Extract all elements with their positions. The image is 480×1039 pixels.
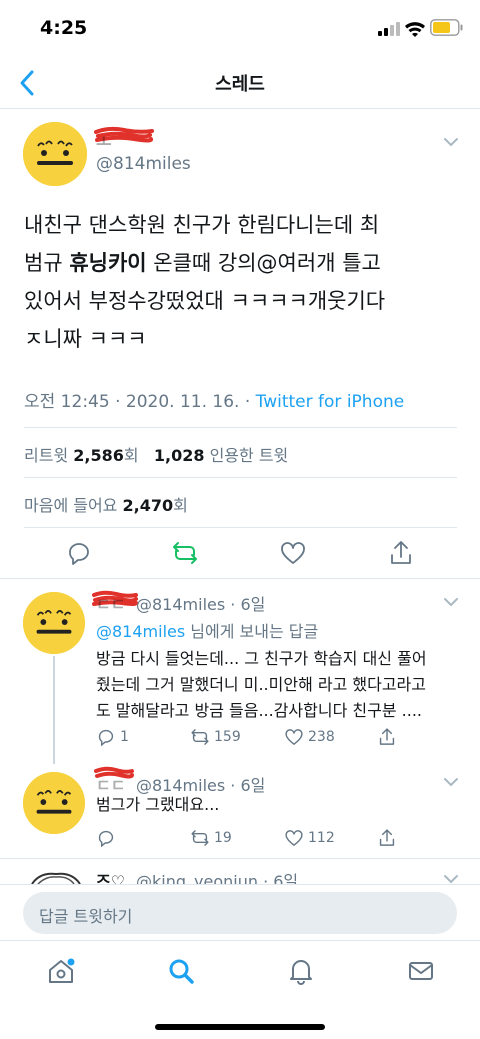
home-indicator[interactable] <box>155 1024 325 1030</box>
tweet-handle[interactable]: @814miles <box>96 154 191 174</box>
tab-bar <box>0 940 480 1010</box>
messages-icon[interactable] <box>407 957 435 985</box>
heart-icon[interactable] <box>279 539 307 567</box>
chevron-down-icon[interactable] <box>443 597 459 607</box>
notifications-icon[interactable] <box>287 957 315 985</box>
status-bar: 4:25 <box>0 0 480 56</box>
divider <box>24 477 457 478</box>
reply-avatar[interactable] <box>23 592 85 654</box>
tweet-timestamp: 오전 12:45 · 2020. 11. 16. · <box>24 392 256 412</box>
tweet-display-name: ㅗ <box>96 133 112 153</box>
wifi-icon <box>405 22 425 37</box>
chevron-down-icon[interactable] <box>443 137 459 147</box>
heart-icon <box>285 729 303 746</box>
replying-to-handle[interactable]: @814miles <box>96 622 185 641</box>
retweets-count: 2,586 <box>73 446 124 465</box>
retweet-count: 19 <box>214 830 232 846</box>
reply-like-button[interactable]: 238 <box>284 727 335 747</box>
divider <box>0 578 480 579</box>
reply-icon <box>98 729 114 747</box>
home-icon[interactable] <box>47 957 75 985</box>
reply-text: 방금 다시 들엇는데... 그 친구가 학습지 대신 풀어 줬는데 그거 말했더… <box>96 649 427 720</box>
tweet-text-bold: 휴닝카이 <box>69 251 147 275</box>
divider <box>0 858 480 859</box>
battery-icon <box>430 19 463 36</box>
likes-label: 마음에 들어요 <box>24 496 118 515</box>
reply-icon[interactable] <box>65 539 93 567</box>
reply-icon <box>98 830 114 848</box>
avatar-face-icon <box>23 122 87 186</box>
likes-stats[interactable]: 마음에 들어요 2,470회 <box>24 492 188 516</box>
retweet-count: 159 <box>214 729 241 745</box>
reply-display-name: ㄷㄷ <box>96 595 126 614</box>
reply-handle-time: @king_yeonjun · 6일 <box>136 872 299 884</box>
nav-bar: 스레드 <box>0 56 480 109</box>
reply-retweet-button[interactable]: 159 <box>190 727 241 747</box>
retweet-stats[interactable]: 리트윗 2,586회 1,028 인용한 트윗 <box>24 442 288 466</box>
replying-to: @814miles 님에게 보내는 답글 <box>96 618 318 642</box>
tweet-text: 내친구 댄스학원 친구가 한림다니는데 최 범규 휴닝카이 온클때 강의@여러개… <box>24 213 386 351</box>
page-title: 스레드 <box>215 74 265 95</box>
likes-count: 2,470 <box>122 496 174 515</box>
reply-composer-input[interactable]: 답글 트윗하기 <box>23 892 457 934</box>
replying-to-suffix: 님에게 보내는 답글 <box>185 622 319 641</box>
retweet-icon[interactable] <box>171 539 199 567</box>
share-icon[interactable] <box>387 539 415 567</box>
heart-icon <box>285 830 303 847</box>
avatar-hair-icon <box>31 872 81 884</box>
likes-unit: 회 <box>173 496 188 515</box>
avatar-face-icon <box>23 592 85 654</box>
reply-text: 범그가 그랬대요... <box>96 795 220 814</box>
signal-icon <box>378 22 400 36</box>
like-count: 112 <box>308 830 335 846</box>
reply-like-button[interactable]: 112 <box>284 828 335 848</box>
chevron-left-icon[interactable] <box>16 68 40 98</box>
quotes-count: 1,028 <box>153 446 205 465</box>
reply-partial[interactable]: 즈♡ @king_yeonjun · 6일 <box>0 862 480 884</box>
search-icon[interactable] <box>167 957 195 985</box>
avatar-face-icon <box>23 772 85 834</box>
retweets-label: 리트윗 <box>24 446 69 465</box>
share-icon[interactable] <box>377 828 397 848</box>
tweet-source-link[interactable]: Twitter for iPhone <box>256 392 405 412</box>
reply-handle-time[interactable]: @814miles · 6일 <box>136 591 265 615</box>
retweet-icon <box>191 729 209 745</box>
status-time: 4:25 <box>40 17 88 39</box>
like-count: 238 <box>308 729 335 745</box>
retweet-icon <box>191 830 209 846</box>
reply-avatar[interactable] <box>23 772 85 834</box>
thread-line <box>53 656 55 764</box>
reply-display-name: 즈♡ <box>96 872 126 884</box>
share-icon[interactable] <box>377 727 397 747</box>
quotes-label: 인용한 트윗 <box>209 446 289 465</box>
avatar[interactable] <box>23 122 87 186</box>
reply-retweet-button[interactable]: 19 <box>190 828 232 848</box>
reply-reply-button[interactable] <box>96 828 120 848</box>
chevron-down-icon[interactable] <box>443 874 459 884</box>
tweet-meta: 오전 12:45 · 2020. 11. 16. · Twitter for i… <box>24 387 404 412</box>
divider <box>24 527 457 528</box>
divider <box>24 427 457 428</box>
chevron-down-icon[interactable] <box>443 777 459 787</box>
reply-reply-button[interactable]: 1 <box>96 727 129 747</box>
retweets-unit: 회 <box>123 446 139 465</box>
reply-count: 1 <box>120 729 129 745</box>
